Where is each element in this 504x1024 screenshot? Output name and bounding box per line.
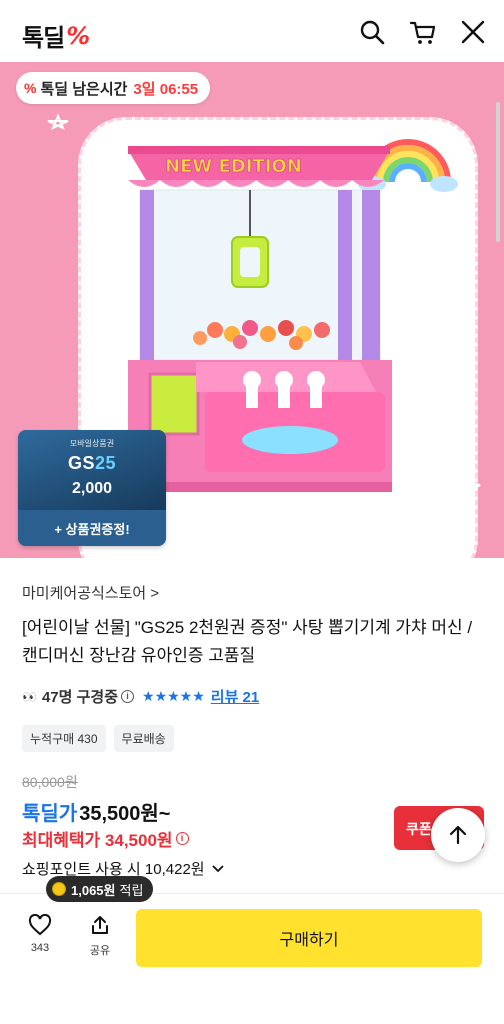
voucher-gift-label: + 상품권증정! [18, 510, 166, 546]
reward-points-badge: 1,065원 적립 [46, 876, 154, 902]
cart-icon[interactable] [409, 18, 437, 46]
top-header: 톡딜 % [0, 0, 504, 62]
info-icon[interactable]: i [175, 832, 189, 845]
deal-timer-badge: % 톡딜 남은시간 3일 06:55 [16, 72, 211, 104]
voucher-amount: 2,000 [71, 480, 113, 497]
star-rating-icon: ★★★★★ [142, 688, 205, 704]
search-icon[interactable] [358, 18, 386, 46]
voucher-brand: GS25 [67, 453, 117, 473]
best-benefit-price: 최대혜택가 34,500원 i [22, 826, 189, 851]
deal-price-value: 35,500원~ [79, 803, 171, 825]
original-price: 80,000원 [22, 774, 78, 790]
chevron-down-icon [211, 864, 224, 872]
voucher-card: 모바일상품권 GS25 2,000 [18, 430, 166, 510]
bottom-action-bar: 343 공유 구매하기 [0, 893, 504, 1024]
logo-percent-mark: % [63, 21, 93, 50]
deal-price-label: 톡딜가 [22, 803, 78, 825]
logo-text: 톡딜 [22, 24, 65, 52]
deal-price: 톡딜가 35,500원~ [22, 797, 170, 826]
reward-label: 적립 [119, 882, 144, 898]
gs25-voucher-badge: 모바일상품권 GS25 2,000 + 상품권증정! [18, 430, 166, 546]
heart-icon [28, 914, 52, 936]
timer-label: 톡딜 남은시간 [40, 80, 128, 98]
viewers-count: 47명 구경중 [41, 689, 119, 706]
eyes-icon: 👀 [22, 689, 37, 704]
timer-value: 3일 06:55 [133, 80, 199, 98]
product-image[interactable]: NEW EDITION % 톡딜 남은시간 3일 06:55 모바일상품권 GS… [0, 62, 504, 558]
tag-cumulative-purchases: 누적구매 430 [22, 725, 106, 752]
rating-row: 👀 47명 구경중 i ★★★★★ 리뷰 21 [22, 686, 259, 707]
scrollbar[interactable] [496, 102, 500, 242]
reward-amount: 1,065원 [71, 882, 116, 898]
review-link[interactable]: 리뷰 21 [211, 686, 259, 707]
deal-logo-icon: % [24, 80, 37, 96]
voucher-top-text: 모바일상품권 [69, 439, 115, 448]
product-tags: 누적구매 430 무료배송 [22, 725, 174, 752]
buy-button[interactable]: 구매하기 [136, 909, 482, 967]
close-icon[interactable] [459, 18, 487, 46]
store-link[interactable]: 마미케어공식스토어 > [22, 582, 159, 603]
scroll-to-top-button[interactable] [431, 808, 485, 862]
like-count: 343 [30, 942, 50, 954]
product-title: [어린이날 선물] "GS25 2천원권 증정" 사탕 뽑기기계 가챠 머신 /… [22, 618, 473, 665]
talkdeal-logo[interactable]: 톡딜 % [22, 18, 93, 53]
like-button[interactable]: 343 [20, 914, 60, 954]
info-icon[interactable]: i [121, 690, 135, 703]
share-button[interactable]: 공유 [80, 914, 120, 958]
tag-free-shipping: 무료배송 [113, 725, 174, 752]
share-icon [92, 916, 108, 934]
coin-icon [52, 882, 66, 896]
svg-text:NEW EDITION: NEW EDITION [165, 156, 302, 177]
arrow-up-icon [449, 825, 467, 845]
share-label: 공유 [89, 945, 111, 957]
